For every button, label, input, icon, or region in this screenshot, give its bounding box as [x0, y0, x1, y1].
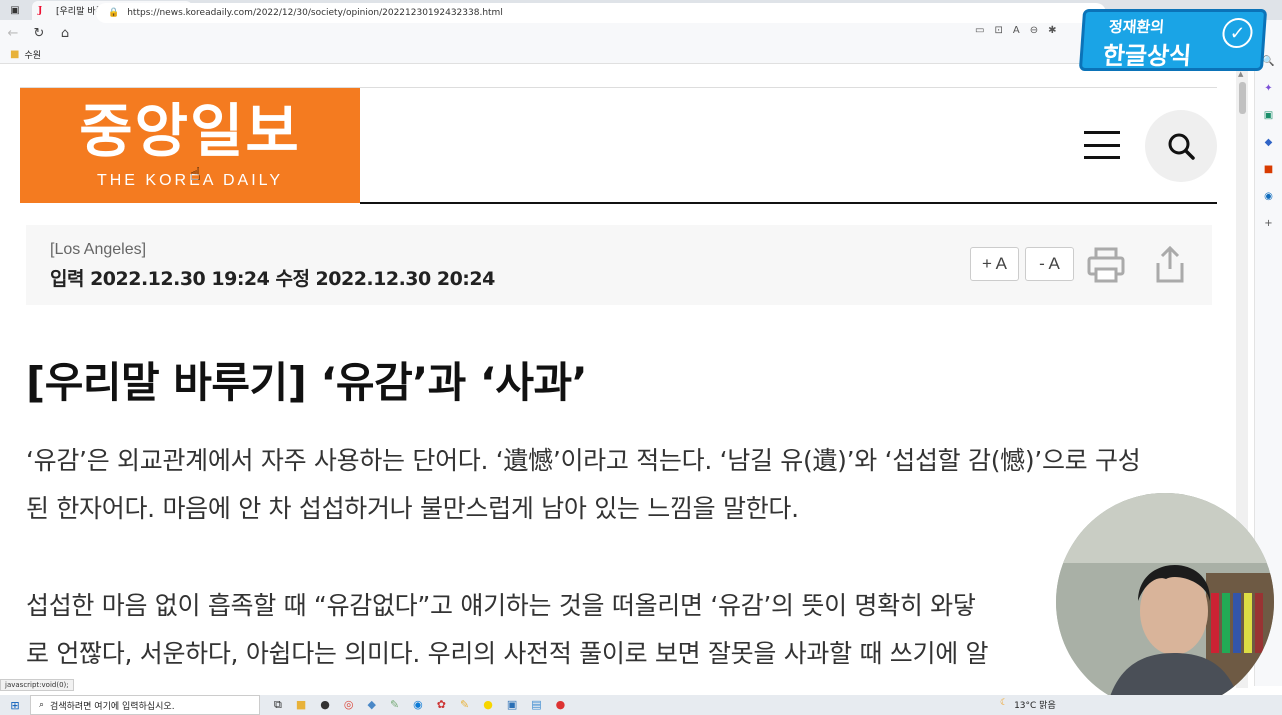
- refresh-button[interactable]: ↻: [26, 20, 52, 46]
- webcam-video: [1056, 493, 1274, 711]
- read-aloud-icon[interactable]: A: [1013, 25, 1020, 36]
- paragraph-line: ‘유감’은 외교관계에서 자주 사용하는 단어다. ‘遺憾’이라고 적는다. ‘…: [26, 446, 1141, 475]
- outlook-icon[interactable]: ◉: [1262, 189, 1276, 203]
- windows-start-icon[interactable]: ⊞: [0, 699, 30, 712]
- header-rule: [360, 202, 1217, 204]
- task-view-icon[interactable]: ⧉: [274, 698, 282, 712]
- home-button[interactable]: ⌂: [52, 20, 78, 46]
- back-button[interactable]: ←: [0, 20, 26, 46]
- edge-icon[interactable]: ◉: [413, 698, 423, 712]
- app-icon[interactable]: ●: [320, 698, 330, 712]
- cast-icon[interactable]: ▭: [975, 25, 984, 36]
- channel-name: 정재환의: [1108, 18, 1165, 36]
- status-url: javascript:void(0);: [0, 679, 74, 691]
- taskbar-apps: ⧉ ■ ● ◎ ◆ ✎ ◉ ✿ ✎ ● ▣ ▤ ●: [274, 698, 565, 712]
- page-content: 중앙일보 THE KOREA DAILY [Los Angeles] 입력 20…: [0, 65, 1236, 685]
- chrome-icon[interactable]: ◎: [344, 698, 354, 712]
- office-icon[interactable]: ■: [1262, 162, 1276, 176]
- taskbar: ⊞ ⌕ 검색하려면 여기에 입력하십시오. ⧉ ■ ● ◎ ◆ ✎ ◉ ✿ ✎ …: [0, 695, 1282, 715]
- channel-badge: 정재환의 한글상식 ✓: [1078, 9, 1268, 71]
- paragraph-line: 된 한자어다. 마음에 안 차 섭섭하거나 불만스럽게 남아 있는 느낌을 말한…: [26, 494, 799, 523]
- weather-icon: ☾: [1000, 698, 1009, 708]
- extensions-icon[interactable]: ✱: [1048, 25, 1056, 36]
- screenshot-icon[interactable]: ⊡: [994, 25, 1002, 36]
- print-button[interactable]: [1086, 245, 1126, 289]
- system-tray: ☾ 13°C 맑음: [1000, 698, 1056, 711]
- article-paragraph-1: ‘유감’은 외교관계에서 자주 사용하는 단어다. ‘遺憾’이라고 적는다. ‘…: [26, 437, 1206, 533]
- scroll-up-icon[interactable]: ▲: [1238, 70, 1243, 78]
- article-paragraph-2: 섭섭한 마음 없이 흡족할 때 “유감없다”고 얘기하는 것을 떠올리면 ‘유감…: [26, 582, 1206, 678]
- bookmark-folder[interactable]: 수원: [24, 48, 41, 61]
- weather-text: 13°C 맑음: [1014, 701, 1056, 711]
- share-icon: [1156, 245, 1184, 283]
- paragraph-line: 섭섭한 마음 없이 흡족할 때 “유감없다”고 얘기하는 것을 떠올리면 ‘유감…: [26, 591, 976, 620]
- photos-icon[interactable]: ▣: [507, 698, 517, 712]
- search-icon: ⌕: [39, 700, 45, 710]
- url-text: https://news.koreadaily.com/2022/12/30/s…: [127, 8, 503, 18]
- add-icon[interactable]: +: [1262, 216, 1276, 230]
- article-location: [Los Angeles]: [50, 241, 147, 258]
- toolbox-icon[interactable]: ▣: [1262, 108, 1276, 122]
- url-field[interactable]: 🔒 https://news.koreadaily.com/2022/12/30…: [96, 3, 1106, 23]
- share-button[interactable]: [1154, 245, 1186, 289]
- search-icon: [1168, 133, 1195, 160]
- app-icon[interactable]: ✎: [390, 698, 399, 712]
- presenter-image: [1056, 493, 1274, 711]
- folder-icon: ■: [10, 49, 20, 60]
- app-icon[interactable]: ✿: [437, 698, 446, 712]
- favicon-icon: J: [38, 5, 43, 16]
- article-info: [Los Angeles] 입력 2022.12.30 19:24 수정 202…: [26, 225, 1212, 305]
- menu-icon[interactable]: [1084, 131, 1120, 159]
- print-icon: [1087, 247, 1125, 283]
- scroll-thumb[interactable]: [1239, 82, 1246, 114]
- search-button[interactable]: [1145, 110, 1217, 182]
- paragraph-line: 로 언짢다, 서운하다, 아쉽다는 의미다. 우리의 사전적 풀이로 보면 잘못…: [26, 639, 989, 668]
- file-explorer-icon[interactable]: ■: [296, 698, 306, 712]
- article-title: [우리말 바루기] ‘유감’과 ‘사과’: [26, 358, 588, 407]
- copilot-icon[interactable]: ✦: [1262, 81, 1276, 95]
- games-icon[interactable]: ◆: [1262, 135, 1276, 149]
- app-icon[interactable]: ▤: [531, 698, 541, 712]
- check-icon: ✓: [1221, 18, 1254, 48]
- site-logo[interactable]: 중앙일보 THE KOREA DAILY: [20, 88, 360, 203]
- zoom-icon[interactable]: ⊖: [1030, 25, 1038, 36]
- app-icon[interactable]: ✎: [460, 698, 469, 712]
- window-menu-icon[interactable]: ▣: [0, 0, 30, 20]
- url-actions: ▭ ⊡ A ⊖ ✱: [975, 25, 1056, 36]
- logo-korean: 중앙일보: [79, 97, 301, 165]
- kakaotalk-icon[interactable]: ●: [483, 698, 493, 712]
- app-icon[interactable]: ◆: [367, 698, 375, 712]
- taskbar-search[interactable]: ⌕ 검색하려면 여기에 입력하십시오.: [30, 695, 260, 715]
- app-icon[interactable]: ●: [556, 698, 566, 712]
- channel-title: 한글상식: [1101, 42, 1193, 70]
- hand-cursor-icon: ☝: [190, 164, 201, 185]
- font-increase-button[interactable]: + A: [970, 247, 1019, 281]
- lock-icon: 🔒: [108, 8, 120, 18]
- search-placeholder: 검색하려면 여기에 입력하십시오.: [50, 701, 175, 712]
- font-decrease-button[interactable]: - A: [1025, 247, 1074, 281]
- article-dates: 입력 2022.12.30 19:24 수정 2022.12.30 20:24: [50, 268, 495, 290]
